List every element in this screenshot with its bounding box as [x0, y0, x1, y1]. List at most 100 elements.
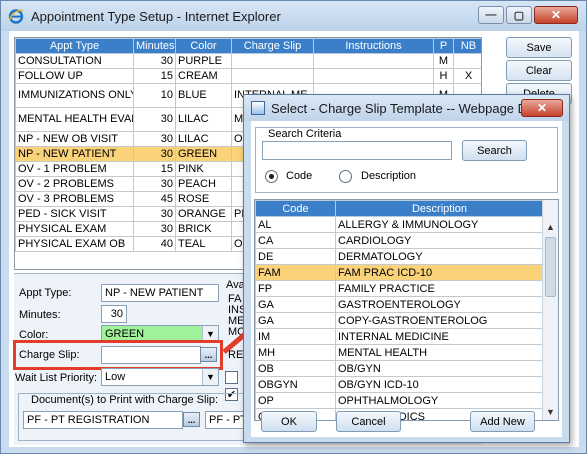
table-row[interactable]: CONSULTATION 30 PURPLE M: [15, 53, 481, 69]
table-cell: 45: [133, 191, 176, 207]
maximize-button[interactable]: ▢: [506, 6, 532, 24]
table-cell: PED - SICK VISIT: [15, 206, 134, 222]
scroll-down-icon[interactable]: ▼: [543, 404, 558, 420]
table-cell: MENTAL HEALTH: [335, 344, 544, 361]
charge-slip-lookup-button[interactable]: ...: [200, 347, 217, 362]
chevron-down-icon: ▼: [202, 369, 218, 385]
document-1-lookup-button[interactable]: ...: [183, 412, 200, 427]
list-item[interactable]: MH MENTAL HEALTH: [255, 344, 544, 361]
appt-type-input[interactable]: NP - NEW PATIENT: [101, 284, 219, 302]
minutes-label: Minutes:: [19, 309, 61, 321]
cancel-button[interactable]: Cancel: [336, 411, 401, 432]
description-radio[interactable]: [339, 170, 352, 183]
grid-column-header[interactable]: Appt Type: [15, 38, 134, 54]
table-cell: 10: [133, 83, 176, 108]
table-cell: OV - 2 PROBLEMS: [15, 176, 134, 192]
table-row[interactable]: FOLLOW UP 15 CREAM H X: [15, 68, 481, 84]
table-cell: OPHTHALMOLOGY: [335, 392, 544, 409]
close-icon: ✕: [550, 8, 562, 22]
code-radio-label: Code: [286, 170, 313, 182]
save-label: Save: [526, 41, 552, 54]
close-button[interactable]: ✕: [534, 6, 578, 24]
table-cell: FAM: [255, 264, 336, 281]
table-cell: 30: [133, 53, 176, 69]
table-cell: FOLLOW UP: [15, 68, 134, 84]
table-cell: 40: [133, 236, 176, 252]
list-item[interactable]: FAM FAM PRAC ICD-10: [255, 264, 544, 281]
list-item[interactable]: GA COPY-GASTROENTEROLOG: [255, 312, 544, 329]
table-cell: NP - NEW PATIENT: [15, 146, 134, 162]
table-cell: FAM PRAC ICD-10: [335, 264, 544, 281]
table-cell: M: [433, 53, 454, 69]
add-new-label: Add New: [480, 415, 525, 428]
save-button[interactable]: Save: [506, 37, 572, 58]
table-cell: MENTAL HEALTH EVAL: [15, 107, 134, 132]
table-cell: 15: [133, 161, 176, 177]
clear-button[interactable]: Clear: [506, 60, 572, 81]
table-cell: OV - 1 PROBLEM: [15, 161, 134, 177]
list-item[interactable]: IM INTERNAL MEDICINE: [255, 328, 544, 345]
list-item[interactable]: FP FAMILY PRACTICE: [255, 280, 544, 297]
table-cell: LILAC: [175, 107, 232, 132]
charge-slip-grid: Code Description AL ALLERGY & IMMUNOLOGY CA…: [254, 199, 559, 421]
wait-list-checkbox[interactable]: [225, 371, 238, 384]
wait-list-select[interactable]: Low ▼: [101, 368, 219, 386]
list-item[interactable]: CA CARDIOLOGY: [255, 232, 544, 249]
list-item[interactable]: OB OB/GYN: [255, 360, 544, 377]
list-item[interactable]: OP OPHTHALMOLOGY: [255, 392, 544, 409]
dialog-grid-scrollbar[interactable]: ▲ ▼: [542, 200, 558, 420]
dialog-column-header[interactable]: Description: [335, 200, 544, 217]
table-cell: CREAM: [175, 68, 232, 84]
table-cell: DE: [255, 248, 336, 265]
grid-column-header[interactable]: Instructions: [313, 38, 434, 54]
table-cell: [453, 53, 481, 69]
color-value: GREEN: [105, 328, 145, 340]
add-new-button[interactable]: Add New: [470, 411, 535, 432]
dialog-close-button[interactable]: ✕: [521, 99, 563, 117]
ok-button[interactable]: OK: [261, 411, 317, 432]
charge-slip-input[interactable]: [101, 346, 201, 364]
table-cell: MH: [255, 344, 336, 361]
code-radio[interactable]: [265, 170, 278, 183]
grid-column-header[interactable]: NB: [453, 38, 481, 54]
search-button[interactable]: Search: [462, 140, 527, 161]
available-item: RE: [228, 349, 244, 361]
dialog-title-bar: Select - Charge Slip Template -- Webpage…: [244, 95, 569, 121]
table-cell: CARDIOLOGY: [335, 232, 544, 249]
document-1-input[interactable]: PF - PT REGISTRATION: [23, 411, 183, 429]
table-cell: PINK: [175, 161, 232, 177]
cancel-label: Cancel: [351, 415, 386, 428]
table-cell: H: [433, 68, 454, 84]
table-cell: TEAL: [175, 236, 232, 252]
table-cell: OV - 3 PROBLEMS: [15, 191, 134, 207]
table-cell: GA: [255, 312, 336, 329]
dialog-column-header[interactable]: Code: [255, 200, 336, 217]
table-cell: [231, 68, 314, 84]
minimize-icon: —: [485, 9, 497, 21]
minimize-button[interactable]: —: [478, 6, 504, 24]
table-cell: GA: [255, 296, 336, 313]
grid-column-header[interactable]: Color: [175, 38, 232, 54]
document-2-input[interactable]: PF - PT: [205, 411, 245, 429]
grid-column-header[interactable]: Minutes: [133, 38, 176, 54]
list-item[interactable]: GA GASTROENTEROLOGY: [255, 296, 544, 313]
table-cell: 30: [133, 221, 176, 237]
internet-explorer-icon: [8, 9, 24, 24]
search-criteria-legend: Search Criteria: [266, 128, 344, 140]
minutes-input[interactable]: 30: [101, 305, 127, 323]
search-input[interactable]: [262, 141, 452, 160]
table-cell: ALLERGY & IMMUNOLOGY: [335, 216, 544, 233]
scroll-up-icon[interactable]: ▲: [543, 219, 558, 235]
list-item[interactable]: AL ALLERGY & IMMUNOLOGY: [255, 216, 544, 233]
description-radio-label: Description: [361, 170, 417, 182]
list-item[interactable]: DE DERMATOLOGY: [255, 248, 544, 265]
scroll-thumb[interactable]: [545, 237, 556, 297]
ok-label: OK: [281, 415, 297, 428]
grid-column-header[interactable]: Charge Slip: [231, 38, 314, 54]
list-item[interactable]: OBGYN OB/GYN ICD-10: [255, 376, 544, 393]
grid-column-header[interactable]: P: [433, 38, 454, 54]
table-cell: PHYSICAL EXAM: [15, 221, 134, 237]
window-title: Appointment Type Setup - Internet Explor…: [31, 9, 281, 24]
dialog-title: Select - Charge Slip Template -- Webpage…: [271, 101, 548, 116]
table-cell: PEACH: [175, 176, 232, 192]
